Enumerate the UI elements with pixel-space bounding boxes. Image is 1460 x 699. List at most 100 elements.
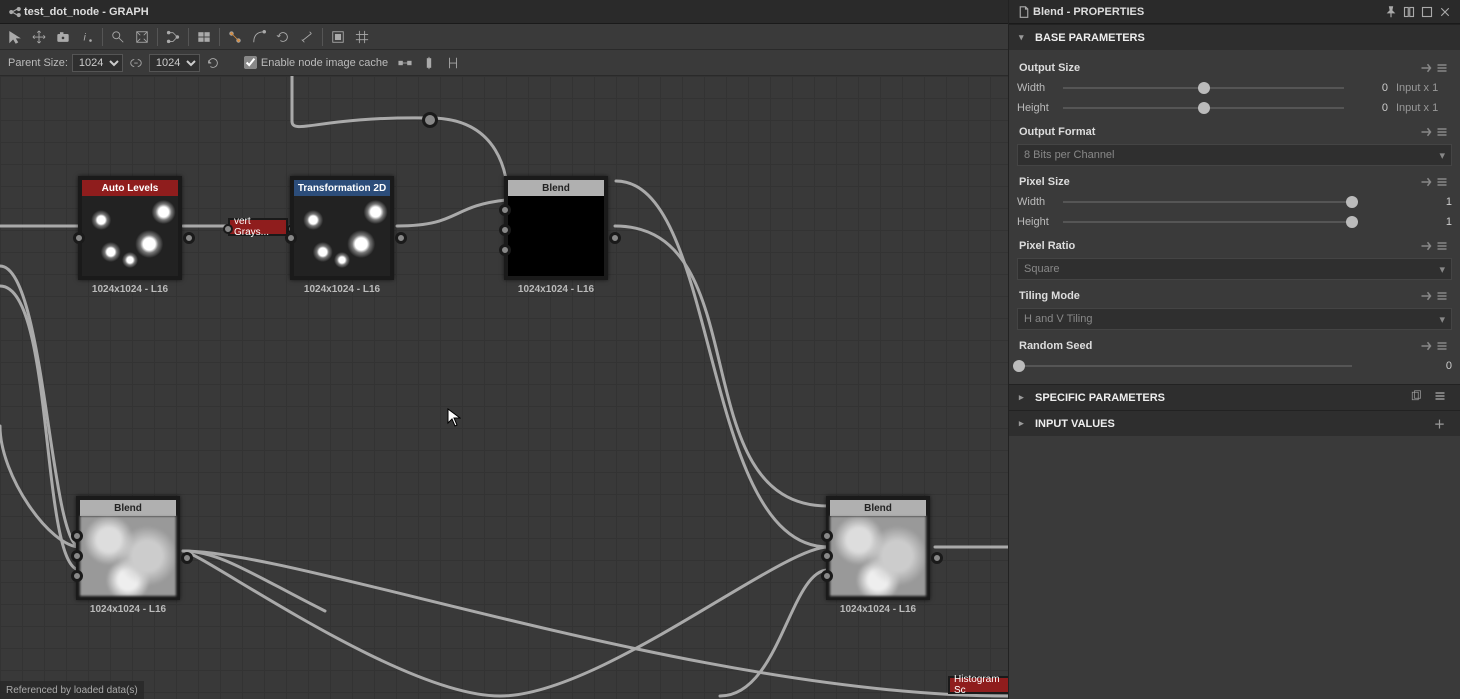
- output-width-value[interactable]: 0: [1352, 82, 1388, 94]
- cache-checkbox-row[interactable]: Enable node image cache: [244, 56, 388, 69]
- node-resolution: 1024x1024 - L16: [90, 604, 166, 615]
- cache-label: Enable node image cache: [261, 57, 388, 69]
- tool-link[interactable]: [224, 26, 246, 48]
- tool-camera[interactable]: [52, 26, 74, 48]
- chevron-down-icon: ▾: [1439, 313, 1445, 326]
- pixel-height-value[interactable]: 1: [1360, 216, 1452, 228]
- pixel-ratio-select[interactable]: Square ▾: [1017, 258, 1452, 280]
- inherit-icon[interactable]: [1418, 62, 1434, 74]
- port-in[interactable]: [223, 224, 233, 234]
- inherit-icon[interactable]: [1418, 176, 1434, 188]
- chevron-down-icon: ▾: [1439, 263, 1445, 276]
- chevron-right-icon: ▸: [1019, 418, 1027, 429]
- tool-pointer[interactable]: [4, 26, 26, 48]
- menu-icon[interactable]: [1434, 126, 1450, 138]
- group-output-size: Output Size: [1017, 54, 1452, 78]
- menu-icon[interactable]: [1434, 290, 1450, 302]
- add-icon[interactable]: ＋: [1434, 416, 1450, 432]
- tool-frame[interactable]: [327, 26, 349, 48]
- output-format-select[interactable]: 8 Bits per Channel ▾: [1017, 144, 1452, 166]
- tiling-mode-select[interactable]: H and V Tiling ▾: [1017, 308, 1452, 330]
- port-in[interactable]: [73, 232, 85, 244]
- status-text: Referenced by loaded data(s): [6, 685, 138, 696]
- reset-size-icon[interactable]: [202, 52, 224, 74]
- node-auto-levels[interactable]: Auto Levels 1024x1024 - L16: [78, 176, 182, 295]
- port-out[interactable]: [609, 232, 621, 244]
- tool-refresh[interactable]: [272, 26, 294, 48]
- port-in-2[interactable]: [499, 224, 511, 236]
- link-sizes-icon[interactable]: [125, 52, 147, 74]
- tool-settings[interactable]: [296, 26, 318, 48]
- menu-icon[interactable]: [1434, 240, 1450, 252]
- section-input-values[interactable]: ▸ INPUT VALUES ＋: [1009, 410, 1460, 436]
- output-height-row: Height 0 Input x 1: [1017, 98, 1452, 118]
- port-out[interactable]: [931, 552, 943, 564]
- tool-flow-right[interactable]: [442, 52, 464, 74]
- tool-info[interactable]: i: [76, 26, 98, 48]
- port-out[interactable]: [183, 232, 195, 244]
- output-width-slider[interactable]: [1063, 87, 1344, 89]
- graph-title-bar: test_dot_node - GRAPH: [0, 0, 1008, 24]
- random-seed-row: 0: [1017, 356, 1452, 376]
- inherit-icon[interactable]: [1418, 290, 1434, 302]
- section-specific-parameters[interactable]: ▸ SPECIFIC PARAMETERS: [1009, 384, 1460, 410]
- node-blend-right[interactable]: Blend 1024x1024 - L16: [826, 496, 930, 615]
- port-in-1[interactable]: [821, 530, 833, 542]
- pixel-height-slider[interactable]: [1063, 221, 1352, 223]
- tool-align[interactable]: [193, 26, 215, 48]
- pixel-width-row: Width 1: [1017, 192, 1452, 212]
- child-size-select[interactable]: 1024: [149, 54, 200, 72]
- port-in-2[interactable]: [71, 550, 83, 562]
- node-histogram-scan[interactable]: Histogram Sc: [948, 676, 1008, 694]
- maximize-icon[interactable]: [1418, 3, 1436, 21]
- port-in[interactable]: [285, 232, 297, 244]
- pixel-width-slider[interactable]: [1063, 201, 1352, 203]
- graph-canvas[interactable]: Auto Levels 1024x1024 - L16 vert Grays..…: [0, 76, 1008, 699]
- menu-icon[interactable]: [1434, 176, 1450, 188]
- graph-icon: [6, 3, 24, 21]
- section-base-parameters[interactable]: ▾ BASE PARAMETERS: [1009, 24, 1460, 50]
- tool-zoom[interactable]: [107, 26, 129, 48]
- output-height-value[interactable]: 0: [1352, 102, 1388, 114]
- split-icon[interactable]: [1400, 3, 1418, 21]
- random-seed-value[interactable]: 0: [1360, 360, 1452, 372]
- port-in-3[interactable]: [821, 570, 833, 582]
- port-out[interactable]: [181, 552, 193, 564]
- tool-flow-node[interactable]: [418, 52, 440, 74]
- parent-size-select[interactable]: 1024: [72, 54, 123, 72]
- tool-grid[interactable]: [351, 26, 373, 48]
- menu-icon[interactable]: [1434, 390, 1450, 405]
- node-resolution: 1024x1024 - L16: [92, 284, 168, 295]
- port-in-3[interactable]: [71, 570, 83, 582]
- port-in-1[interactable]: [499, 204, 511, 216]
- tool-fit[interactable]: [131, 26, 153, 48]
- port-in-2[interactable]: [821, 550, 833, 562]
- cache-checkbox[interactable]: [244, 56, 257, 69]
- inherit-icon[interactable]: [1418, 126, 1434, 138]
- port-in-1[interactable]: [71, 530, 83, 542]
- section-label: BASE PARAMETERS: [1035, 32, 1145, 44]
- menu-icon[interactable]: [1434, 340, 1450, 352]
- tool-layout[interactable]: [162, 26, 184, 48]
- close-icon[interactable]: [1436, 3, 1454, 21]
- pixel-width-value[interactable]: 1: [1360, 196, 1452, 208]
- inherit-icon[interactable]: [1418, 240, 1434, 252]
- pin-icon[interactable]: [1382, 3, 1400, 21]
- tool-move[interactable]: [28, 26, 50, 48]
- node-blend-top[interactable]: Blend 1024x1024 - L16: [504, 176, 608, 295]
- copy-icon[interactable]: [1410, 390, 1426, 405]
- menu-icon[interactable]: [1434, 62, 1450, 74]
- tool-flow-left[interactable]: [394, 52, 416, 74]
- node-blend-left[interactable]: Blend 1024x1024 - L16: [76, 496, 180, 615]
- inherit-icon[interactable]: [1418, 340, 1434, 352]
- output-height-slider[interactable]: [1063, 107, 1344, 109]
- node-invert-grayscale[interactable]: vert Grays...: [228, 218, 288, 236]
- node-title: Blend: [508, 180, 604, 196]
- tool-curve[interactable]: [248, 26, 270, 48]
- port-in-3[interactable]: [499, 244, 511, 256]
- dot-node[interactable]: [422, 112, 438, 128]
- node-transformation-2d[interactable]: Transformation 2D 1024x1024 - L16: [290, 176, 394, 295]
- port-out[interactable]: [395, 232, 407, 244]
- node-thumb: [830, 516, 926, 596]
- random-seed-slider[interactable]: [1019, 365, 1352, 367]
